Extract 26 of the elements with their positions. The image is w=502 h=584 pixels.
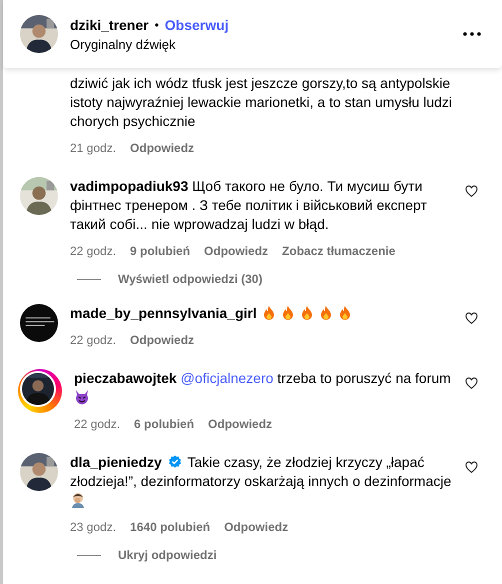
separator: •	[154, 18, 159, 32]
comment-time: 22 godz.	[70, 333, 116, 347]
reply-link[interactable]: Odpowiedz	[224, 520, 288, 534]
follow-link[interactable]: Obserwuj	[164, 16, 229, 32]
comment-time: 22 godz.	[70, 244, 116, 258]
likes-count[interactable]: 6 polubień	[134, 417, 194, 431]
likes-count[interactable]: 1640 polubień	[130, 520, 210, 534]
reply-link[interactable]: Odpowiedz	[204, 244, 268, 258]
comment-text: dla_pieniedzy Takie czasy, że złodziej krzyczy „łapać złodzieja!”, dezinformatorzy oskarżają innych o dezinformacje	[70, 453, 453, 510]
comment-text: pieczabawojtek @oficjalnezero trzeba to poruszyć na forum	[74, 369, 453, 407]
comment-text: dziwić jak ich wódz tfusk jest jeszcze gorszy,to są antypolskie istoty najwyraźniej lewackie marionetki, a to stan umysłu ludzi chorych psychicznie	[70, 74, 454, 131]
audio-label[interactable]: Oryginalny dźwięk	[70, 36, 450, 52]
likes-count[interactable]: 9 polubień	[130, 244, 190, 258]
translate-link[interactable]: Zobacz tłumaczenie	[282, 244, 396, 258]
reply-link[interactable]: Odpowiedz	[130, 333, 194, 347]
comment-text: made_by_pennsylvania_girl	[70, 304, 453, 323]
username[interactable]: dziki_trener	[70, 16, 149, 32]
replies-toggle-link[interactable]: Ukryj odpowiedzi	[118, 548, 217, 562]
replies-toggle-link[interactable]: Wyświetl odpowiedzi (30)	[118, 272, 262, 286]
reply-link[interactable]: Odpowiedz	[130, 141, 194, 155]
comment-time: 23 godz.	[70, 520, 116, 534]
mention-link[interactable]: @oficjalnezero	[180, 370, 274, 386]
reply-link[interactable]: Odpowiedz	[208, 417, 272, 431]
comment-text: vadimpopadiuk93 Щоб такого не було. Ти мусиш бути фінтнес тренером . З тебе політик і військовий експерт такий собі... nie wprowadzaj ludzi w błąd.	[70, 177, 428, 234]
comment-time: 22 godz.	[74, 417, 120, 431]
comment-time: 21 godz.	[70, 141, 116, 155]
